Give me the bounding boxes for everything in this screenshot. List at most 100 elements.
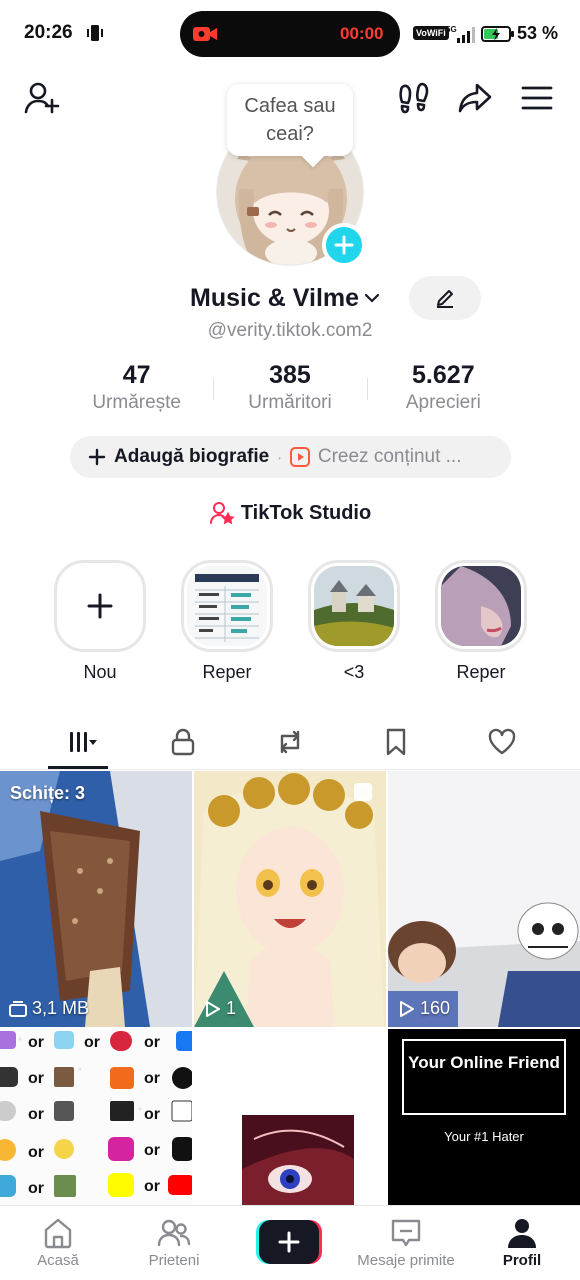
add-friend-icon[interactable] [22,78,62,118]
drafts-size: 3,1 MB [32,998,90,1018]
video-tile[interactable]: 160 [388,771,580,1027]
highlight-thumbnail [441,566,521,646]
highlight-label: Reper [456,662,506,682]
add-bio-button[interactable]: Adaugă biografie · Creez conținut ... [70,436,511,478]
share-icon[interactable] [455,78,495,118]
creator-category: Creez conținut ... [317,446,462,467]
bottom-navigation: Acasă Prieteni Mesaje primite Profil [0,1205,580,1280]
highlight-item[interactable]: Reper [181,560,273,683]
play-icon [400,1000,414,1017]
play-icon [206,1000,220,1017]
select-checkbox[interactable] [354,783,372,801]
drafts-thumbnail [0,771,192,1027]
friends-icon [157,1219,191,1247]
recording-timer: 00:00 [340,24,384,43]
or-word: or [28,1070,44,1087]
video-tile[interactable]: Your Online Friend Your #1 Hater [388,1029,580,1205]
stat-value: 47 [122,361,151,389]
or-word: or [84,1034,100,1051]
tab-private[interactable] [153,720,213,764]
highlight-ring [181,560,273,652]
drafts-count: Schițe: 3 [10,783,86,803]
tab-favorites[interactable] [366,720,426,764]
nav-home[interactable]: Acasă [0,1216,116,1269]
display-name-row[interactable]: Music & Vilme [190,282,383,314]
or-word: or [144,1106,160,1123]
tab-reposts[interactable] [260,720,320,764]
nav-inbox[interactable]: Mesaje primite [348,1216,464,1269]
profile-stats: 47 Urmărește 385 Urmăritori 5.627 Apreci… [60,360,520,416]
or-word: or [144,1070,160,1087]
inbox-icon [391,1219,421,1247]
video-thumbnail [194,771,386,1027]
active-tab-indicator [48,766,108,769]
studio-label: TikTok Studio [240,501,372,524]
stat-label: Aprecieri [405,392,481,413]
highlight-new[interactable]: Nou [54,560,146,683]
add-bio-label: Adaugă biografie [114,446,270,467]
lock-icon [171,728,195,756]
drafts-stack-icon [9,1000,27,1017]
add-story-button[interactable] [322,223,366,267]
status-bar: 20:26 00:00 VoWiFi 5G 53 % [0,0,580,68]
highlight-thumbnail [314,566,394,646]
highlight-label: Reper [202,662,252,682]
or-word: or [144,1142,160,1159]
highlight-ring [435,560,527,652]
tiktok-studio-link[interactable]: TikTok Studio [0,498,580,528]
video-tile[interactable]: or or or or or or or or or or or [0,1029,192,1205]
stat-value: 385 [269,361,311,389]
friend-title: Your Online Friend [402,1039,566,1115]
nav-label: Acasă [37,1252,79,1269]
pencil-icon [437,290,453,308]
tab-liked[interactable] [472,720,532,764]
plus-icon [87,593,113,619]
separator-dot: · [277,449,282,465]
nav-friends[interactable]: Prieteni [116,1216,232,1269]
vibrate-icon [87,25,103,41]
or-word: or [28,1034,44,1051]
stat-value: 5.627 [412,361,475,389]
vowifi-badge: VoWiFi [413,26,449,40]
videos-grid-icon [70,732,97,752]
display-name: Music & Vilme [190,283,360,312]
video-thumbnail: or or or or or or or or or or or [0,1029,192,1205]
video-thumbnail [388,771,580,1027]
highlight-item[interactable]: Reper [435,560,527,683]
or-word: or [28,1144,44,1161]
stat-following[interactable]: 47 Urmărește [60,360,213,416]
stat-likes[interactable]: 5.627 Aprecieri [366,360,520,416]
stat-followers[interactable]: 385 Urmăritori [213,360,366,416]
plus-icon [88,448,106,466]
menu-icon[interactable] [517,78,557,118]
footprints-icon[interactable] [394,78,434,118]
views-row: 160 [396,998,450,1019]
create-plus [259,1220,319,1264]
nav-label: Profil [502,1252,542,1269]
nav-label: Mesaje primite [357,1252,455,1269]
edit-profile-button[interactable] [409,276,481,320]
signal-icon: 5G [446,25,475,43]
create-button[interactable] [256,1220,322,1264]
nav-profile[interactable]: Profil [464,1216,580,1269]
or-word: or [28,1180,44,1197]
tab-videos[interactable] [52,720,112,764]
friend-subtitle: Your #1 Hater [444,1129,524,1144]
or-word: or [144,1178,160,1195]
plus-icon [278,1231,300,1253]
heart-icon [488,728,516,755]
creator-play-icon [289,447,310,467]
drafts-size-row: 3,1 MB [8,998,89,1019]
video-tile[interactable] [194,1029,386,1205]
username-handle: @verity.tiktok.com2 [207,320,373,341]
home-icon [44,1218,72,1249]
drafts-tile[interactable]: Schițe: 3 3,1 MB [0,771,192,1027]
highlight-thumbnail [187,566,267,646]
note-bubble[interactable]: Cafea sau ceai? [227,84,353,156]
video-tile[interactable]: 1 [194,771,386,1027]
highlight-item[interactable]: <3 [308,560,400,683]
studio-person-star-icon [209,502,235,525]
stat-label: Urmăritori [248,392,332,413]
battery-percent: 53 % [517,23,559,43]
repost-icon [280,730,300,754]
